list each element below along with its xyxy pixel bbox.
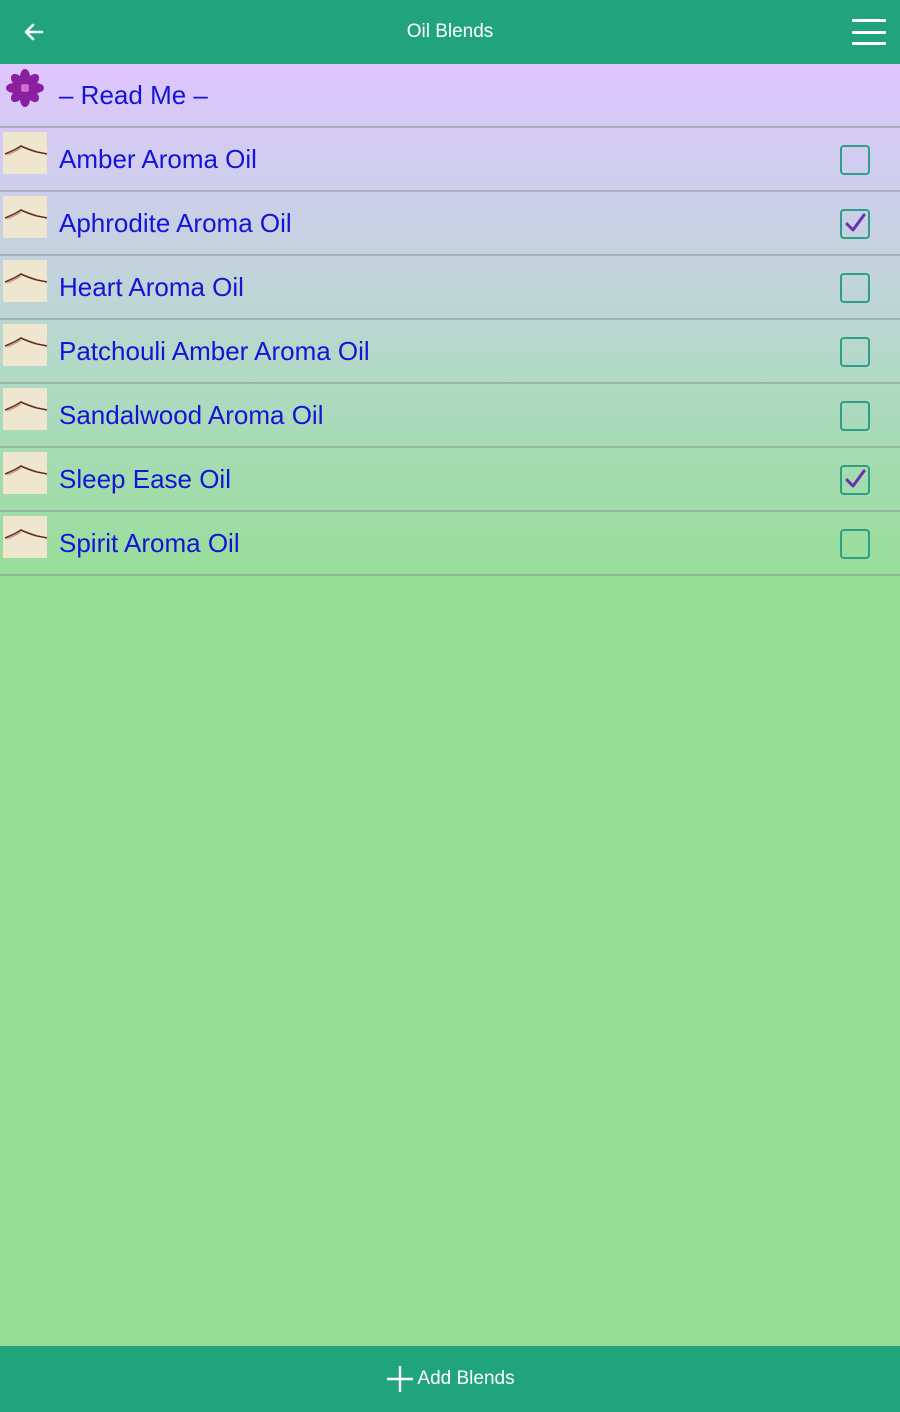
oil-thumbnail-icon xyxy=(3,196,47,238)
app-bar: Oil Blends xyxy=(0,0,900,64)
add-blends-button[interactable]: Add Blends xyxy=(0,1346,900,1412)
checkmark-icon xyxy=(845,469,866,488)
oil-thumbnail-icon xyxy=(3,132,47,174)
list-item-oil[interactable]: Aphrodite Aroma Oil xyxy=(0,192,900,256)
list-item-oil[interactable]: Heart Aroma Oil xyxy=(0,256,900,320)
oil-name: Aphrodite Aroma Oil xyxy=(59,207,292,238)
oil-thumbnail-icon xyxy=(3,516,47,558)
plus-icon xyxy=(387,1366,414,1392)
add-blends-label: Add Blends xyxy=(417,1368,515,1389)
back-arrow-icon[interactable] xyxy=(16,14,52,50)
select-checkbox[interactable] xyxy=(840,401,870,431)
oil-thumbnail-icon xyxy=(3,452,47,494)
select-checkbox[interactable] xyxy=(840,465,870,495)
list-item-oil[interactable]: Patchouli Amber Aroma Oil xyxy=(0,320,900,384)
oil-blend-list: – Read Me – Amber Aroma Oil Aphrodite Ar… xyxy=(0,64,900,576)
oil-name: Heart Aroma Oil xyxy=(59,271,244,302)
select-checkbox[interactable] xyxy=(840,337,870,367)
oil-name: Amber Aroma Oil xyxy=(59,143,257,174)
select-checkbox[interactable] xyxy=(840,529,870,559)
list-item-oil[interactable]: Spirit Aroma Oil xyxy=(0,512,900,576)
oil-name: Spirit Aroma Oil xyxy=(59,527,240,558)
list-item-read-me[interactable]: – Read Me – xyxy=(0,64,900,128)
select-checkbox[interactable] xyxy=(840,273,870,303)
oil-thumbnail-icon xyxy=(3,324,47,366)
read-me-label: – Read Me – xyxy=(59,79,208,110)
oil-name: Sandalwood Aroma Oil xyxy=(59,399,324,430)
list-item-oil[interactable]: Amber Aroma Oil xyxy=(0,128,900,192)
select-checkbox[interactable] xyxy=(840,209,870,239)
select-checkbox[interactable] xyxy=(840,145,870,175)
oil-name: Sleep Ease Oil xyxy=(59,463,231,494)
page-title: Oil Blends xyxy=(406,21,494,42)
checkmark-icon xyxy=(845,213,866,232)
oil-thumbnail-icon xyxy=(3,388,47,430)
oil-name: Patchouli Amber Aroma Oil xyxy=(59,335,370,366)
hamburger-menu-icon[interactable] xyxy=(852,16,886,48)
list-item-oil[interactable]: Sleep Ease Oil xyxy=(0,448,900,512)
list-item-oil[interactable]: Sandalwood Aroma Oil xyxy=(0,384,900,448)
flower-icon xyxy=(6,69,44,107)
oil-thumbnail-icon xyxy=(3,260,47,302)
